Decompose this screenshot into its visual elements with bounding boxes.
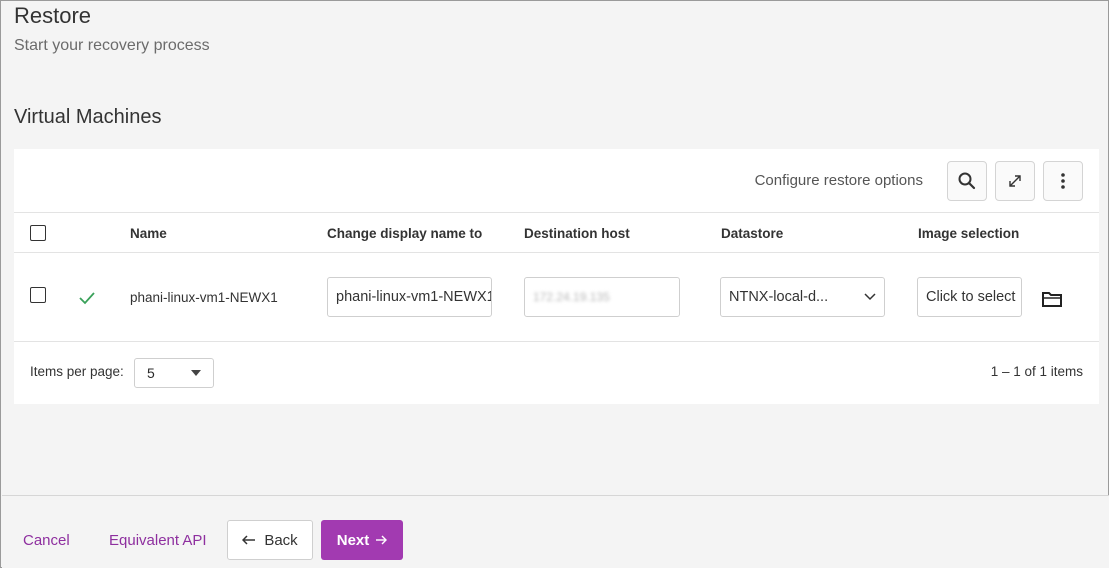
configure-restore-options-link[interactable]: Configure restore options	[755, 172, 923, 189]
datastore-select[interactable]: NTNX-local-d...	[720, 277, 885, 317]
items-per-page-select[interactable]: 5	[134, 358, 214, 388]
table-row: phani-linux-vm1-NEWX1 phani-linux-vm1-NE…	[14, 253, 1099, 342]
page-subtitle: Start your recovery process	[14, 37, 210, 54]
action-bar: Cancel Equivalent API Back Next	[2, 495, 1109, 568]
expand-icon	[1009, 175, 1021, 187]
row-checkbox[interactable]	[30, 287, 46, 303]
arrow-right-icon	[376, 535, 388, 545]
caret-down-icon	[191, 370, 201, 376]
folder-icon[interactable]	[1041, 290, 1063, 308]
select-all-checkbox[interactable]	[30, 225, 46, 241]
back-button[interactable]: Back	[227, 520, 313, 560]
image-selection-input[interactable]: Click to select	[917, 277, 1022, 317]
restore-window: Restore Start your recovery process Virt…	[0, 0, 1109, 568]
column-header-name[interactable]: Name	[130, 226, 167, 241]
search-icon	[958, 172, 976, 190]
table-toolbar: Configure restore options	[14, 149, 1099, 213]
expand-button[interactable]	[995, 161, 1035, 201]
chevron-down-icon	[864, 293, 876, 301]
more-options-button[interactable]	[1043, 161, 1083, 201]
column-header-image-selection[interactable]: Image selection	[918, 226, 1019, 241]
destination-host-input[interactable]: 172.24.19.135	[524, 277, 680, 317]
datastore-value: NTNX-local-d...	[729, 289, 829, 305]
back-label: Back	[264, 531, 298, 549]
search-button[interactable]	[947, 161, 987, 201]
column-header-datastore[interactable]: Datastore	[721, 226, 783, 241]
column-header-destination-host[interactable]: Destination host	[524, 226, 630, 241]
arrow-left-icon	[242, 535, 256, 545]
equivalent-api-button[interactable]: Equivalent API	[109, 532, 207, 549]
display-name-value: phani-linux-vm1-NEWX1	[336, 289, 492, 305]
column-header-display-name[interactable]: Change display name to	[327, 226, 482, 241]
pagination-range: 1 – 1 of 1 items	[990, 364, 1083, 379]
items-per-page-label: Items per page:	[30, 364, 124, 379]
table-header-row: Name Change display name to Destination …	[14, 213, 1099, 253]
cancel-button[interactable]: Cancel	[23, 532, 70, 549]
vm-name: phani-linux-vm1-NEWX1	[130, 290, 278, 305]
section-title: Virtual Machines	[14, 106, 162, 128]
destination-host-value: 172.24.19.135	[533, 290, 610, 304]
pagination-bar: Items per page: 5 1 – 1 of 1 items	[14, 342, 1099, 404]
more-vertical-icon	[1061, 173, 1065, 189]
image-selection-placeholder: Click to select	[926, 289, 1016, 305]
check-icon	[79, 292, 95, 305]
display-name-input[interactable]: phani-linux-vm1-NEWX1	[327, 277, 492, 317]
items-per-page-value: 5	[147, 365, 155, 381]
page-title: Restore	[14, 3, 92, 28]
next-label: Next	[336, 531, 370, 549]
next-button[interactable]: Next	[321, 520, 403, 560]
vm-table-card: Configure restore options Name Change di…	[14, 149, 1099, 404]
